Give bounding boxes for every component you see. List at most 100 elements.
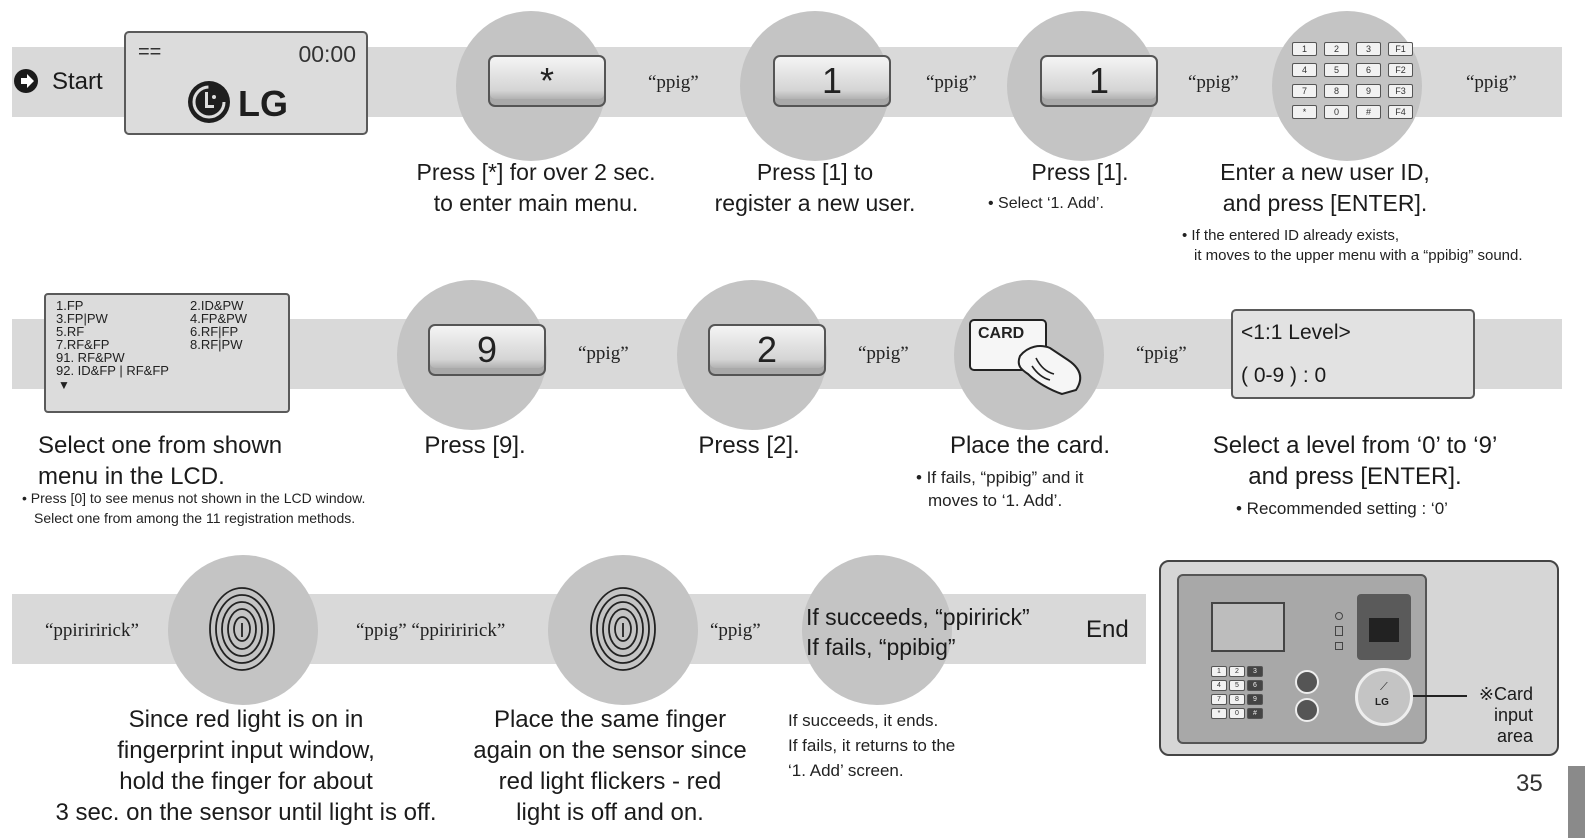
- key-9-label: 9: [476, 329, 498, 370]
- note-select-add: • Select ‘1. Add’.: [988, 195, 1104, 212]
- note-line: • If the entered ID already exists,: [1182, 227, 1400, 244]
- key-2-label: 2: [756, 329, 778, 370]
- device-card-reader: ⟋ LG: [1355, 668, 1413, 726]
- note-line: If fails, it returns to the: [788, 736, 956, 755]
- caption-same-finger: Place the same finger again on the senso…: [460, 704, 760, 828]
- caption-press-1: Press [1] to register a new user.: [690, 157, 940, 219]
- keypad-key: 4: [1292, 63, 1317, 77]
- note-line: ‘1. Add’ screen.: [788, 761, 904, 780]
- caption-line: Press [2].: [698, 432, 800, 459]
- caption-line: and press [ENTER].: [1248, 463, 1462, 490]
- device-round-button: [1295, 698, 1319, 722]
- scroll-down-icon: ▼: [58, 378, 70, 392]
- device-key: 5: [1229, 680, 1245, 691]
- caption-line: Place the same finger: [493, 706, 727, 733]
- note-card: • If fails, “ppibig” and it moves to ‘1.…: [916, 466, 1084, 512]
- device-key: 0: [1229, 708, 1245, 719]
- device-key: 6: [1247, 680, 1263, 691]
- keypad-key: 1: [1292, 42, 1317, 56]
- device-round-button: [1295, 670, 1319, 694]
- key-1-add-label: 1: [1088, 60, 1110, 101]
- note-line: • Press [0] to see menus not shown in th…: [22, 490, 366, 506]
- keypad-key: 0: [1324, 105, 1349, 119]
- device-key: 2: [1229, 666, 1245, 677]
- end-label: End: [1086, 616, 1129, 643]
- card-label: CARD: [978, 325, 1025, 342]
- card-hand-icon: CARD: [966, 316, 1094, 396]
- caption-line: Press [1].: [1031, 159, 1129, 185]
- keypad-key: 2: [1324, 42, 1349, 56]
- caption-place-card: Place the card.: [930, 430, 1130, 461]
- caption-line: Select one from shown: [38, 432, 283, 459]
- sound-ppig-1: “ppig”: [648, 72, 699, 93]
- lcd-time: 00:00: [298, 41, 356, 67]
- card-area-pointer-line: [1413, 695, 1467, 697]
- caption-press-star: Press [*] for over 2 sec. to enter main …: [396, 157, 676, 219]
- keypad-key: 5: [1324, 63, 1349, 77]
- keypad-key: F3: [1388, 84, 1413, 98]
- key-star-button: *: [488, 55, 606, 107]
- sound-ppig-2: “ppig”: [926, 72, 977, 93]
- device-logo: LG: [1375, 697, 1389, 708]
- idle-lcd-screen: == 00:00 LG: [124, 31, 368, 135]
- caption-line: Place the card.: [949, 432, 1111, 459]
- device-sensor: [1357, 594, 1411, 660]
- device-keypad: 1 2 3 4 5 6 7 8 9 * 0 #: [1211, 666, 1321, 726]
- caption-line: to enter main menu.: [433, 190, 639, 216]
- caption-line: Since red light is on in: [128, 706, 364, 733]
- caption-line: Select a level from ‘0’ to ‘9’: [1212, 432, 1498, 459]
- lcd-marks: ==: [138, 41, 162, 63]
- device-key: 4: [1211, 680, 1227, 691]
- sound-ppig-3: “ppig”: [1188, 72, 1239, 93]
- device-light-icon: [1335, 626, 1343, 636]
- device-illustration: 1 2 3 4 5 6 7 8 9 * 0 # ⟋ LG ※Card input…: [1159, 560, 1559, 756]
- menu-lcd-screen: 1.FP 2.ID&PW 3.FP|PW 4.FP&PW 5.RF 6.RF|F…: [44, 293, 290, 413]
- sound-ppig-7: “ppig”: [1136, 343, 1187, 364]
- caption-line: and press [ENTER].: [1222, 190, 1428, 216]
- caption-line: Enter a new user ID,: [1220, 159, 1430, 185]
- caption-press-2: Press [2].: [674, 430, 824, 461]
- caption-enter-id: Enter a new user ID, and press [ENTER].: [1190, 157, 1460, 219]
- keypad-key: 6: [1356, 63, 1381, 77]
- note-line: If succeeds, it ends.: [788, 711, 939, 730]
- device-key: 8: [1229, 694, 1245, 705]
- key-1-label: 1: [821, 60, 843, 101]
- device-key: 1: [1211, 666, 1227, 677]
- result-line: If succeeds, “ppiririck”: [806, 604, 1030, 630]
- result-line: If fails, “ppibig”: [806, 634, 956, 660]
- device-key: #: [1247, 708, 1263, 719]
- caption-line: Press [1] to: [756, 159, 874, 185]
- result-text: If succeeds, “ppiririck” If fails, “ppib…: [806, 602, 1030, 662]
- device-key: *: [1211, 708, 1227, 719]
- sound-ppig-8: “ppig”: [710, 620, 761, 641]
- note-line: Select one from among the 11 registratio…: [34, 510, 356, 526]
- note-line: it moves to the upper menu with a “ppibi…: [1194, 247, 1523, 264]
- caption-line: Press [*] for over 2 sec.: [416, 159, 656, 185]
- fingerprint-icon: [205, 585, 279, 673]
- key-2-button: 2: [708, 324, 826, 376]
- keypad-key: 8: [1324, 84, 1349, 98]
- caption-hold-finger: Since red light is on in fingerprint inp…: [40, 704, 452, 828]
- keypad-key: 9: [1356, 84, 1381, 98]
- device-sensor-window: [1369, 618, 1399, 642]
- page-edge-tab: [1568, 766, 1585, 838]
- lcd-logo-text: LG: [238, 83, 288, 124]
- device-light-icon: [1335, 642, 1343, 650]
- keypad-key: 3: [1356, 42, 1381, 56]
- key-9-button: 9: [428, 324, 546, 376]
- device-indicator-lights: [1335, 612, 1343, 672]
- card-reader-wave-icon: ⟋: [1380, 681, 1388, 693]
- start-label: Start: [52, 68, 103, 95]
- device-key: 7: [1211, 694, 1227, 705]
- device-key: 3: [1247, 666, 1263, 677]
- caption-line: hold the finger for about: [119, 768, 373, 795]
- level-lcd-line: ( 0-9 ) : 0: [1241, 364, 1327, 387]
- caption-select-level: Select a level from ‘0’ to ‘9’ and press…: [1190, 430, 1520, 492]
- keypad-key: 7: [1292, 84, 1317, 98]
- card-area-line: input: [1493, 705, 1533, 725]
- device-lcd: [1211, 602, 1285, 652]
- numeric-keypad: 1 2 3 F1 4 5 6 F2 7 8 9 F3 * 0 # F4: [1292, 42, 1418, 122]
- page-number: 35: [1516, 770, 1543, 797]
- keypad-key: F4: [1388, 105, 1413, 119]
- caption-select-menu: Select one from shown menu in the LCD.: [38, 430, 338, 492]
